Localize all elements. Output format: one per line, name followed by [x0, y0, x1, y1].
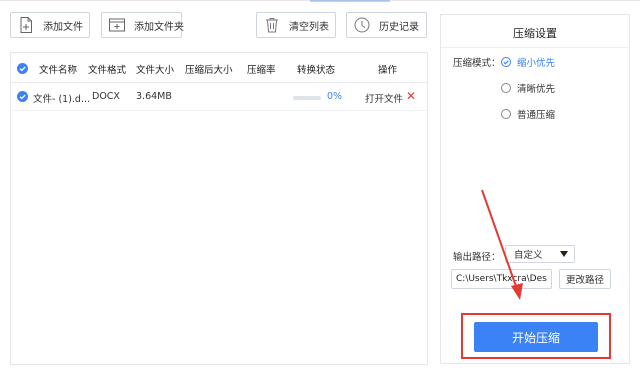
add-file-icon	[20, 17, 32, 33]
mode-option-normal[interactable]: 普通压缩	[501, 107, 555, 121]
radio-unchecked-icon	[501, 83, 511, 93]
add-file-label: 添加文件	[43, 21, 83, 33]
radio-unchecked-icon	[501, 109, 511, 119]
output-path-input[interactable]	[451, 269, 552, 289]
add-file-button[interactable]: 添加文件	[10, 12, 90, 38]
clock-icon	[354, 17, 370, 33]
file-list-panel: 文件名称 文件格式 文件大小 压缩后大小 压缩率 转换状态 操作 文件- (1)…	[10, 52, 428, 365]
trash-icon	[266, 18, 278, 33]
compression-settings-panel: 压缩设置 压缩模式： 缩小优先 清晰优先 普通压缩 输出路径： 自定义 更改路径…	[440, 14, 630, 364]
mode-label: 压缩模式：	[453, 58, 501, 69]
mode-option-clarity[interactable]: 清晰优先	[501, 81, 555, 95]
settings-title: 压缩设置	[513, 27, 557, 40]
header-file-name: 文件名称	[39, 65, 78, 76]
table-row[interactable]: 文件- (1).d... DOCX 3.64MB 0% 打开文件 ✕	[11, 83, 427, 111]
clear-list-label: 清空列表	[289, 21, 329, 33]
mode-option-normal-label: 普通压缩	[517, 110, 556, 121]
output-path-select[interactable]: 自定义	[505, 245, 575, 263]
add-folder-button[interactable]: 添加文件夹	[101, 12, 184, 38]
history-button[interactable]: 历史记录	[346, 12, 427, 38]
header-file-size: 文件大小	[136, 65, 175, 76]
header-status: 转换状态	[297, 65, 336, 76]
top-accent-bar	[310, 0, 390, 2]
header-ratio: 压缩率	[247, 65, 276, 76]
add-folder-icon	[109, 18, 125, 32]
output-path-select-value: 自定义	[514, 250, 543, 261]
row-progress-bar	[293, 96, 321, 100]
table-header: 文件名称 文件格式 文件大小 压缩后大小 压缩率 转换状态 操作	[11, 53, 427, 83]
output-path-label: 输出路径：	[453, 252, 501, 263]
caret-down-icon	[560, 251, 568, 257]
mode-option-smaller-label: 缩小优先	[517, 58, 556, 69]
row-progress-percent: 0%	[327, 91, 343, 102]
start-highlight-box: 开始压缩	[461, 313, 611, 359]
change-path-button[interactable]: 更改路径	[559, 269, 611, 289]
radio-checked-icon	[501, 57, 511, 67]
clear-list-button[interactable]: 清空列表	[256, 12, 336, 38]
start-compress-button[interactable]: 开始压缩	[474, 322, 598, 352]
add-folder-label: 添加文件夹	[134, 21, 184, 33]
row-file-format: DOCX	[92, 91, 120, 102]
header-compressed-size: 压缩后大小	[185, 65, 233, 76]
row-file-size: 3.64MB	[136, 91, 172, 102]
header-file-format: 文件格式	[88, 65, 127, 76]
open-file-link[interactable]: 打开文件	[365, 91, 403, 105]
mode-option-clarity-label: 清晰优先	[517, 84, 556, 95]
settings-divider	[441, 47, 629, 48]
history-label: 历史记录	[379, 21, 419, 33]
select-all-checkbox[interactable]	[17, 63, 28, 74]
mode-option-smaller[interactable]: 缩小优先	[501, 55, 555, 69]
header-action: 操作	[378, 65, 398, 76]
row-checkbox[interactable]	[17, 91, 28, 102]
delete-row-icon[interactable]: ✕	[406, 89, 416, 103]
row-file-name: 文件- (1).d...	[33, 94, 91, 105]
